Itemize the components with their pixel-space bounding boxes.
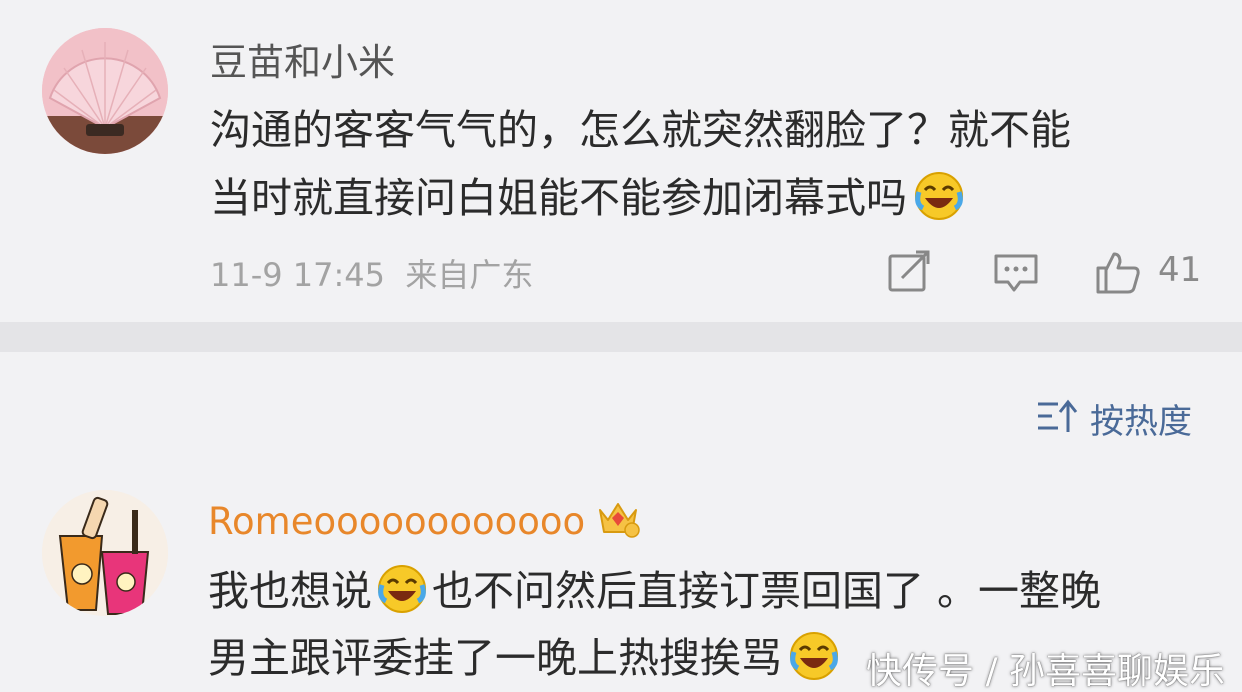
username[interactable]: Romeoooooooooooo — [208, 500, 585, 543]
laugh-cry-icon — [790, 632, 838, 680]
comment-text: 我也想说 — [208, 567, 372, 615]
sort-icon — [1038, 399, 1078, 432]
location: 来自广东 — [405, 256, 534, 294]
comment-text-line: 当时就直接问白姐能不能参加闭幕式吗 — [210, 164, 965, 232]
comment-text-line: 我也想说 也不问然后直接订票回国了 。一整晚 — [208, 557, 1101, 625]
comment-text-line: 男主跟评委挂了一晚上热搜挨骂 — [208, 624, 840, 692]
like-icon[interactable] — [1094, 248, 1142, 296]
laugh-cry-icon — [378, 565, 426, 613]
comment-item: 豆苗和小米 沟通的客客气气的，怎么就突然翻脸了？就不能 当时就直接问白姐能不能参… — [0, 0, 1242, 322]
share-icon[interactable] — [886, 248, 934, 296]
comment-text: 当时就直接问白姐能不能参加闭幕式吗 — [210, 174, 907, 222]
comment-text: 男主跟评委挂了一晚上热搜挨骂 — [208, 634, 782, 682]
avatar[interactable] — [42, 28, 168, 154]
comment-page: 豆苗和小米 沟通的客客气气的，怎么就突然翻脸了？就不能 当时就直接问白姐能不能参… — [0, 0, 1242, 692]
crown-badge-icon — [599, 503, 640, 538]
sort-label: 按热度 — [1090, 402, 1192, 442]
comment-icon[interactable] — [992, 248, 1040, 296]
comment-meta: 11-9 17:45 来自广东 — [210, 250, 533, 296]
like-count: 41 — [1158, 250, 1202, 290]
avatar[interactable] — [42, 490, 168, 616]
username[interactable]: 豆苗和小米 — [210, 32, 395, 86]
watermark: 快传号 / 孙喜喜聊娱乐 — [866, 651, 1226, 692]
section-divider — [0, 322, 1242, 352]
comment-text: 也不问然后直接订票回国了 。一整晚 — [432, 567, 1102, 615]
comment-text-line: 沟通的客客气气的，怎么就突然翻脸了？就不能 — [210, 106, 1071, 154]
timestamp: 11-9 17:45 — [210, 256, 386, 294]
laugh-cry-icon — [915, 172, 963, 220]
